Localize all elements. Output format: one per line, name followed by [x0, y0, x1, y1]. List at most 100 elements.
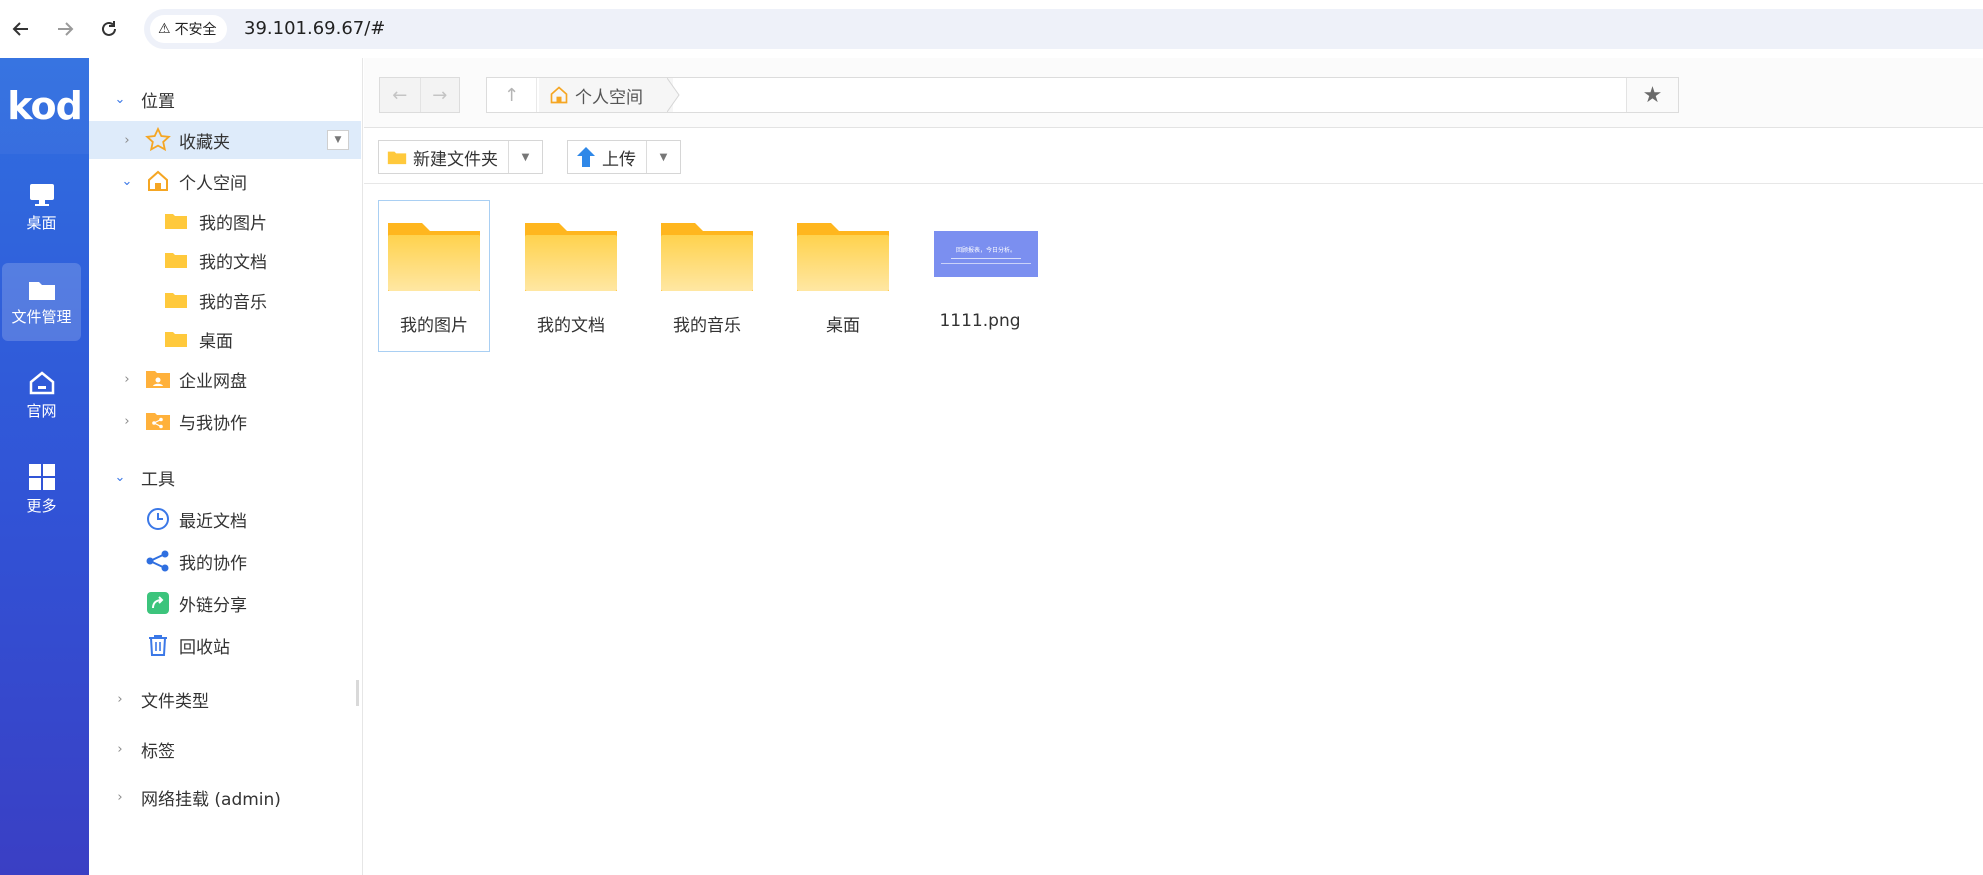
- rail-item-website[interactable]: 官网: [2, 356, 81, 434]
- tree-item-label: 企业网盘: [179, 371, 247, 392]
- tree-item-my-documents[interactable]: 我的文档: [89, 241, 361, 279]
- section-file-types[interactable]: › 文件类型: [89, 680, 361, 718]
- folder-icon: [163, 326, 189, 352]
- chevron-right-icon: ›: [124, 413, 130, 429]
- section-tools[interactable]: ⌄ 工具: [89, 458, 361, 496]
- rail-item-more[interactable]: 更多: [2, 450, 81, 528]
- section-label: 工具: [141, 469, 175, 490]
- file-name: 我的音乐: [673, 316, 741, 336]
- history-forward-button[interactable]: →: [419, 78, 460, 112]
- folder-icon: [163, 287, 189, 313]
- monitor-icon: [29, 183, 54, 206]
- arrow-right-icon: →: [432, 84, 448, 106]
- folder-icon: [386, 219, 482, 293]
- favorite-button[interactable]: ★: [1626, 78, 1678, 112]
- thumbnail-text: 回顾报表，今日分析。: [955, 246, 1016, 254]
- home-icon: [145, 168, 171, 194]
- section-label: 文件类型: [141, 691, 209, 712]
- tree-item-personal-space[interactable]: ⌄ 个人空间: [89, 162, 361, 200]
- file-item[interactable]: 我的音乐: [651, 200, 763, 352]
- tool-label: 我的协作: [179, 553, 247, 574]
- section-tags[interactable]: › 标签: [89, 730, 361, 768]
- reload-button[interactable]: [94, 14, 124, 44]
- url-text[interactable]: 39.101.69.67/#: [244, 18, 385, 39]
- section-network-mount[interactable]: › 网络挂载 (admin): [89, 778, 361, 816]
- tool-label: 最近文档: [179, 511, 247, 532]
- tree-item-my-music[interactable]: 我的音乐: [89, 281, 361, 319]
- folder-icon: [163, 208, 189, 234]
- tool-recent-documents[interactable]: 最近文档: [89, 500, 361, 538]
- upload-button[interactable]: 上传: [568, 141, 646, 173]
- section-label: 网络挂载 (admin): [141, 789, 281, 810]
- tree-item-label: 我的文档: [199, 252, 267, 273]
- share-nodes-icon: [145, 548, 171, 574]
- file-grid: 我的图片 我的文档 我的音乐 桌面 回顾报表，今日分析。 1111.png: [364, 184, 1983, 875]
- clock-icon: [145, 506, 171, 532]
- folder-icon: [523, 219, 619, 293]
- forward-button[interactable]: [50, 14, 80, 44]
- tool-label: 回收站: [179, 637, 230, 658]
- tool-label: 外链分享: [179, 595, 247, 616]
- history-back-button[interactable]: ←: [380, 78, 420, 112]
- rail-item-file-manager[interactable]: 文件管理: [2, 263, 81, 341]
- file-item[interactable]: 回顾报表，今日分析。 1111.png: [924, 200, 1038, 352]
- chevron-right-icon: ›: [117, 789, 123, 805]
- chevron-right-icon: ›: [124, 132, 130, 148]
- chevron-down-icon: ⌄: [114, 469, 126, 485]
- section-location[interactable]: ⌄ 位置: [89, 80, 361, 118]
- warning-icon: ⚠: [158, 21, 171, 37]
- sidebar-tree: ⌄ 位置 › 收藏夹 ▼ ⌄ 个人空间 我的图片 我的文档 我的音乐 桌面 › …: [89, 58, 363, 875]
- security-chip[interactable]: ⚠ 不安全: [150, 15, 227, 43]
- back-button[interactable]: [6, 14, 36, 44]
- tool-my-collaboration[interactable]: 我的协作: [89, 542, 361, 580]
- file-item[interactable]: 桌面: [787, 200, 899, 352]
- section-label: 位置: [141, 91, 175, 112]
- app-logo: kod: [0, 58, 89, 154]
- tree-item-label: 收藏夹: [179, 132, 230, 153]
- rail-item-desktop[interactable]: 桌面: [2, 168, 81, 246]
- file-name: 桌面: [826, 316, 860, 336]
- chevron-right-icon: ›: [124, 371, 130, 387]
- breadcrumb-item[interactable]: 个人空间: [539, 78, 673, 112]
- arrow-left-icon: [12, 22, 28, 36]
- path-bar: ← → ↑ 个人空间 ★: [364, 58, 1983, 128]
- rail-label: 桌面: [26, 213, 57, 232]
- chevron-right-icon: ›: [117, 741, 123, 757]
- history-buttons: ← →: [379, 77, 460, 113]
- chevron-down-icon: ⌄: [114, 91, 126, 107]
- folder-icon: [659, 219, 755, 293]
- file-name: 我的图片: [400, 316, 468, 336]
- new-folder-dropdown[interactable]: ▼: [508, 141, 542, 173]
- rail-label: 文件管理: [11, 307, 72, 326]
- file-item[interactable]: 我的文档: [515, 200, 627, 352]
- upload-dropdown[interactable]: ▼: [646, 141, 680, 173]
- star-icon: ★: [1642, 82, 1663, 108]
- reload-icon: [102, 21, 116, 36]
- breadcrumb-label: 个人空间: [575, 87, 643, 108]
- upload-group: 上传 ▼: [567, 140, 681, 174]
- file-item[interactable]: 我的图片: [378, 200, 490, 352]
- folder-icon: [163, 247, 189, 273]
- tool-recycle-bin[interactable]: 回收站: [89, 626, 361, 664]
- thumbnail-line: [951, 257, 1021, 259]
- tree-item-desktop[interactable]: 桌面: [89, 320, 361, 358]
- shared-folder-icon: [145, 408, 171, 434]
- caret-down-icon: ▼: [521, 151, 530, 163]
- new-folder-label: 新建文件夹: [413, 149, 498, 170]
- png-preview: 回顾报表，今日分析。: [934, 231, 1038, 277]
- tree-item-enterprise-drive[interactable]: › 企业网盘: [89, 360, 361, 398]
- tree-item-shared-with-me[interactable]: › 与我协作: [89, 402, 361, 440]
- tool-link-share[interactable]: 外链分享: [89, 584, 361, 622]
- arrow-left-icon: ←: [392, 84, 408, 106]
- grid-icon: [28, 463, 55, 490]
- rail-label: 官网: [26, 401, 57, 420]
- tree-item-favorites[interactable]: › 收藏夹 ▼: [89, 121, 361, 159]
- dropdown-arrow-icon[interactable]: ▼: [327, 130, 349, 150]
- parent-folder-button[interactable]: ↑: [487, 78, 537, 112]
- address-bar[interactable]: ⚠ 不安全 39.101.69.67/#: [144, 9, 1983, 49]
- sidebar-resize-handle[interactable]: [356, 680, 359, 706]
- enterprise-folder-icon: [145, 366, 171, 392]
- new-folder-button[interactable]: 新建文件夹: [379, 141, 508, 173]
- arrow-up-icon: ↑: [503, 84, 520, 106]
- tree-item-my-pictures[interactable]: 我的图片: [89, 202, 361, 240]
